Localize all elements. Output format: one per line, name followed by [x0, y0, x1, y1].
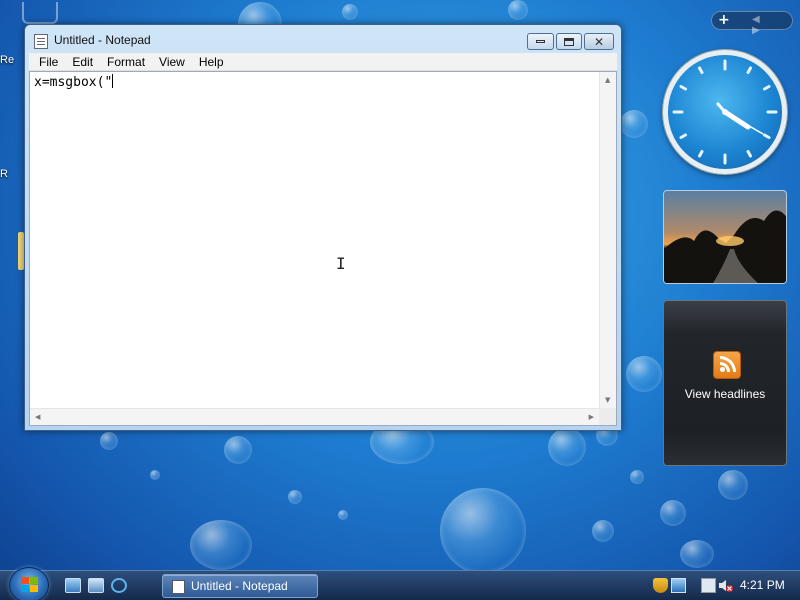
taskbar-clock[interactable]: 4:21 PM — [740, 578, 785, 592]
shield-icon[interactable] — [653, 578, 668, 593]
taskbar: Untitled - Notepad 4:21 PM — [0, 567, 800, 600]
window-title: Untitled - Notepad — [54, 33, 151, 47]
feed-headlines-gadget[interactable]: View headlines — [663, 300, 787, 466]
add-gadget-button[interactable]: + — [718, 12, 730, 28]
windows-logo-icon — [21, 577, 39, 593]
notepad-window[interactable]: Untitled - Notepad ✕ File Edit Format Vi… — [24, 24, 622, 431]
maximize-icon — [564, 37, 574, 46]
vertical-scrollbar[interactable]: ▲ ▼ — [599, 72, 616, 408]
sidebar-controls: + ◀ ▶ — [711, 11, 793, 36]
display-icon[interactable] — [701, 578, 716, 593]
slideshow-gadget[interactable] — [663, 190, 787, 284]
minimize-button[interactable] — [527, 33, 554, 50]
maximize-button[interactable] — [556, 33, 582, 50]
menu-format[interactable]: Format — [100, 53, 152, 71]
system-tray: 4:21 PM — [645, 571, 800, 600]
scroll-down-icon[interactable]: ▼ — [605, 396, 610, 404]
close-icon: ✕ — [593, 34, 605, 49]
scroll-right-icon[interactable]: ▶ — [589, 413, 594, 421]
notepad-icon[interactable] — [34, 34, 48, 49]
internet-explorer-icon[interactable] — [111, 578, 127, 593]
ibeam-cursor-icon: I — [336, 254, 346, 273]
scroll-up-icon[interactable]: ▲ — [605, 76, 610, 84]
scroll-left-icon[interactable]: ◀ — [35, 413, 40, 421]
volume-muted-icon[interactable] — [718, 578, 733, 593]
rss-feed-icon[interactable] — [713, 351, 741, 379]
menu-file[interactable]: File — [32, 53, 65, 71]
menu-view[interactable]: View — [152, 53, 192, 71]
menu-bar: File Edit Format View Help — [29, 53, 617, 71]
editor-text: x=msgbox(" — [34, 75, 113, 90]
text-editor[interactable]: x=msgbox(" I ▲ ▼ ◀ ▶ — [29, 71, 617, 426]
network-icon[interactable] — [671, 578, 686, 593]
notepad-icon — [172, 580, 185, 594]
horizontal-scrollbar[interactable]: ◀ ▶ — [30, 408, 599, 425]
clock-face-icon — [672, 59, 778, 165]
desktop-icon-label[interactable]: Re — [0, 54, 24, 66]
text-caret — [112, 74, 114, 88]
recycle-bin-icon[interactable] — [22, 2, 58, 24]
taskbar-button-label: Untitled - Notepad — [191, 579, 288, 593]
minimize-icon — [536, 40, 545, 43]
menu-help[interactable]: Help — [192, 53, 231, 71]
show-desktop-icon[interactable] — [65, 578, 81, 593]
view-headlines-link[interactable]: View headlines — [664, 387, 786, 401]
clock-gadget[interactable] — [663, 50, 787, 174]
title-bar[interactable]: Untitled - Notepad ✕ — [25, 25, 621, 55]
start-button[interactable] — [9, 567, 49, 600]
taskbar-button-notepad[interactable]: Untitled - Notepad — [162, 574, 318, 598]
editor-content[interactable]: x=msgbox(" — [34, 74, 114, 90]
desktop-icon-label[interactable]: R — [0, 168, 24, 180]
resize-grip[interactable] — [599, 408, 616, 425]
menu-edit[interactable]: Edit — [65, 53, 100, 71]
sunset-road-photo — [664, 210, 786, 283]
close-button[interactable]: ✕ — [584, 33, 614, 50]
gadget-nav-arrows[interactable]: ◀ ▶ — [752, 14, 792, 36]
switch-windows-icon[interactable] — [88, 578, 104, 593]
